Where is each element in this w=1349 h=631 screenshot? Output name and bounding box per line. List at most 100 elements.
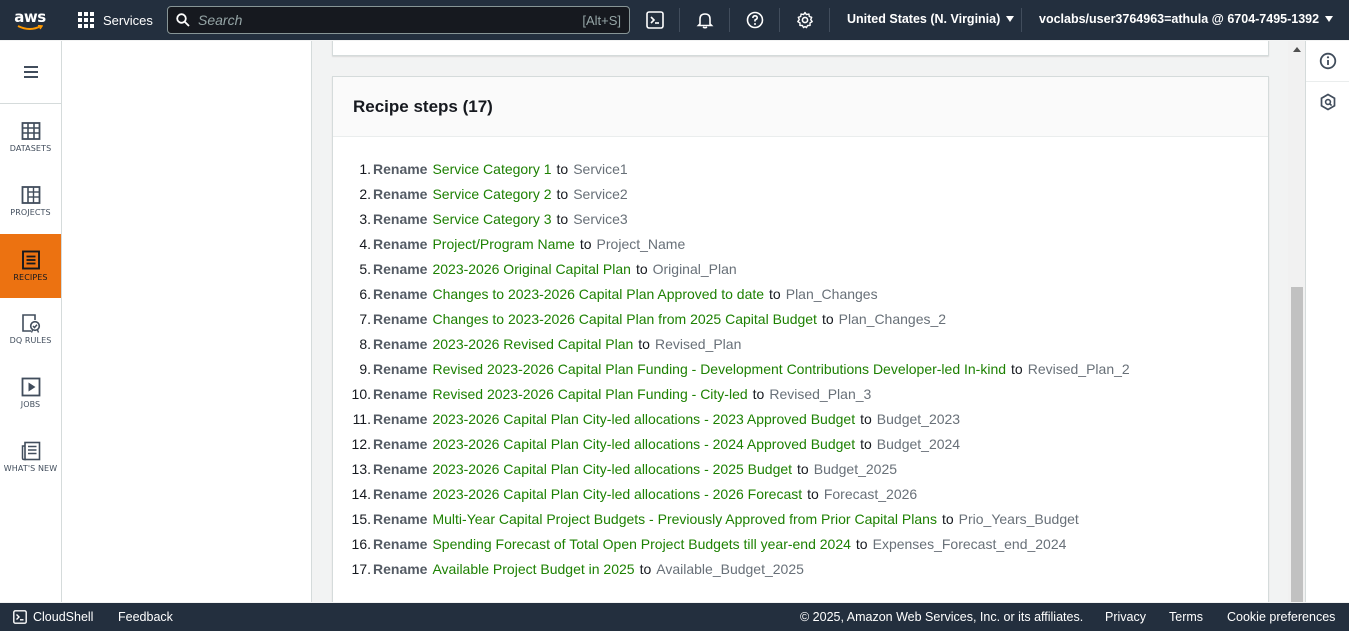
hamburger-menu-icon xyxy=(23,66,38,78)
help-icon[interactable] xyxy=(745,10,765,30)
step-action: Rename xyxy=(373,485,428,502)
step-connector: to xyxy=(855,535,868,552)
recipe-step: 8. Rename 2023-2026 Revised Capital Plan to… xyxy=(333,331,1268,356)
step-source-column: 2023-2026 Revised Capital Plan xyxy=(432,335,634,352)
step-action: Rename xyxy=(373,210,428,227)
recipe-step: 14. Rename 2023-2026 Capital Plan City-led… xyxy=(333,481,1268,506)
region-selector[interactable]: United States (N. Virginia) xyxy=(847,12,1015,26)
services-menu-button[interactable]: Services xyxy=(60,0,161,40)
step-number: 8. xyxy=(359,335,371,352)
step-target-column: Forecast_2026 xyxy=(823,485,918,502)
info-icon[interactable] xyxy=(1318,51,1338,71)
rail-item-dq-rules[interactable]: DQ RULES xyxy=(0,297,61,361)
recipe-step: 6. Rename Changes to 2023-2026 Capital Pla… xyxy=(333,281,1268,306)
step-target-column: Prio_Years_Budget xyxy=(958,510,1079,527)
step-connector: to xyxy=(635,260,648,277)
step-action: Rename xyxy=(373,460,428,477)
recipe-step: 16. Rename Spending Forecast of Total Open… xyxy=(333,531,1268,556)
step-number: 3. xyxy=(359,210,371,227)
step-target-column: Budget_2025 xyxy=(813,460,898,477)
recipe-steps-card: Recipe steps (17) 1. Rename Service Catego… xyxy=(332,76,1269,602)
step-target-column: Service2 xyxy=(573,185,628,202)
cookie-preferences-link[interactable]: Cookie preferences xyxy=(1227,610,1335,624)
step-connector: to xyxy=(556,210,569,227)
scroll-up-arrow-icon[interactable] xyxy=(1293,47,1301,52)
rail-item-projects[interactable]: PROJECTS xyxy=(0,169,61,233)
step-action: Rename xyxy=(373,235,428,252)
step-connector: to xyxy=(860,435,872,452)
previous-card-bottom xyxy=(332,41,1269,56)
region-label: United States (N. Virginia) xyxy=(847,12,1001,26)
region-caret-icon xyxy=(1006,16,1015,22)
privacy-link[interactable]: Privacy xyxy=(1105,610,1146,624)
step-number: 11. xyxy=(352,410,371,427)
cloudshell-button[interactable]: CloudShell xyxy=(13,610,93,624)
step-number: 17. xyxy=(351,560,371,577)
step-action: Rename xyxy=(373,410,428,427)
step-connector: to xyxy=(639,560,652,577)
step-source-column: Multi-Year Capital Project Budgets - Pre… xyxy=(432,510,937,527)
step-number: 2. xyxy=(359,185,371,202)
services-grid-icon xyxy=(78,12,94,28)
step-source-column: 2023-2026 Capital Plan City-led allocati… xyxy=(432,485,803,502)
step-action: Rename xyxy=(373,385,428,402)
menu-toggle-button[interactable] xyxy=(0,41,61,104)
search-box[interactable]: [Alt+S] xyxy=(167,6,630,34)
cloudshell-footer-icon xyxy=(13,610,27,624)
step-target-column: Service3 xyxy=(573,210,628,227)
footer: CloudShell Feedback © 2025, Amazon Web S… xyxy=(0,603,1349,631)
step-source-column: Revised 2023-2026 Capital Plan Funding -… xyxy=(432,385,748,402)
recipe-step: 17. Rename Available Project Budget in 202… xyxy=(333,556,1268,581)
search-icon xyxy=(176,13,190,27)
settings-gear-icon[interactable] xyxy=(795,10,815,30)
step-source-column: Project/Program Name xyxy=(432,235,575,252)
rail-item-jobs[interactable]: JOBS xyxy=(0,361,61,425)
step-action: Rename xyxy=(373,335,428,352)
step-source-column: Changes to 2023-2026 Capital Plan from 2… xyxy=(432,310,817,327)
step-source-column: Service Category 3 xyxy=(432,210,552,227)
search-input[interactable] xyxy=(198,12,583,28)
step-connector: to xyxy=(638,335,650,352)
step-number: 16. xyxy=(351,535,371,552)
feedback-link[interactable]: Feedback xyxy=(118,610,173,624)
step-source-column: Service Category 2 xyxy=(432,185,552,202)
step-source-column: Changes to 2023-2026 Capital Plan Approv… xyxy=(432,285,765,302)
step-target-column: Budget_2023 xyxy=(876,410,961,427)
aws-logo[interactable]: aws xyxy=(0,0,60,40)
cloudshell-icon[interactable] xyxy=(645,10,665,30)
step-connector: to xyxy=(807,485,819,502)
step-connector: to xyxy=(860,410,872,427)
rail-label-projects: PROJECTS xyxy=(10,208,51,217)
rail-item-recipes[interactable]: RECIPES xyxy=(0,234,61,298)
step-source-column: Service Category 1 xyxy=(432,160,552,177)
projects-icon xyxy=(21,186,40,204)
rail-label-datasets: DATASETS xyxy=(9,144,52,153)
cloudshell-label: CloudShell xyxy=(33,610,94,624)
step-connector: to xyxy=(941,510,954,527)
step-number: 15. xyxy=(351,510,371,527)
amazon-q-icon[interactable] xyxy=(1318,92,1338,112)
step-connector: to xyxy=(556,185,569,202)
step-target-column: Service1 xyxy=(573,160,628,177)
rail-label-dq-rules: DQ RULES xyxy=(9,336,52,345)
step-connector: to xyxy=(752,385,765,402)
aws-smile-icon xyxy=(17,24,43,30)
step-number: 12. xyxy=(351,435,371,452)
rail-item-datasets[interactable]: DATASETS xyxy=(0,105,61,169)
step-number: 10. xyxy=(351,385,371,402)
scrollbar-thumb[interactable] xyxy=(1291,287,1303,602)
terms-link[interactable]: Terms xyxy=(1169,610,1203,624)
search-shortcut-hint: [Alt+S] xyxy=(582,12,621,28)
step-action: Rename xyxy=(373,360,428,377)
main-scrollbar[interactable] xyxy=(1288,41,1305,602)
step-number: 13. xyxy=(351,460,371,477)
step-source-column: Spending Forecast of Total Open Project … xyxy=(432,535,851,552)
step-target-column: Plan_Changes_2 xyxy=(838,310,947,327)
account-label: voclabs/user3764963=athula @ 6704-7495-1… xyxy=(1039,12,1320,26)
notifications-bell-icon[interactable] xyxy=(695,10,715,30)
recipe-step: 13. Rename 2023-2026 Capital Plan City-led… xyxy=(333,456,1268,481)
recipe-step: 7. Rename Changes to 2023-2026 Capital Pla… xyxy=(333,306,1268,331)
rail-item-whats-new[interactable]: WHAT'S NEW xyxy=(0,425,61,489)
account-menu[interactable]: voclabs/user3764963=athula @ 6704-7495-1… xyxy=(1039,12,1334,26)
side-panel xyxy=(62,41,312,602)
